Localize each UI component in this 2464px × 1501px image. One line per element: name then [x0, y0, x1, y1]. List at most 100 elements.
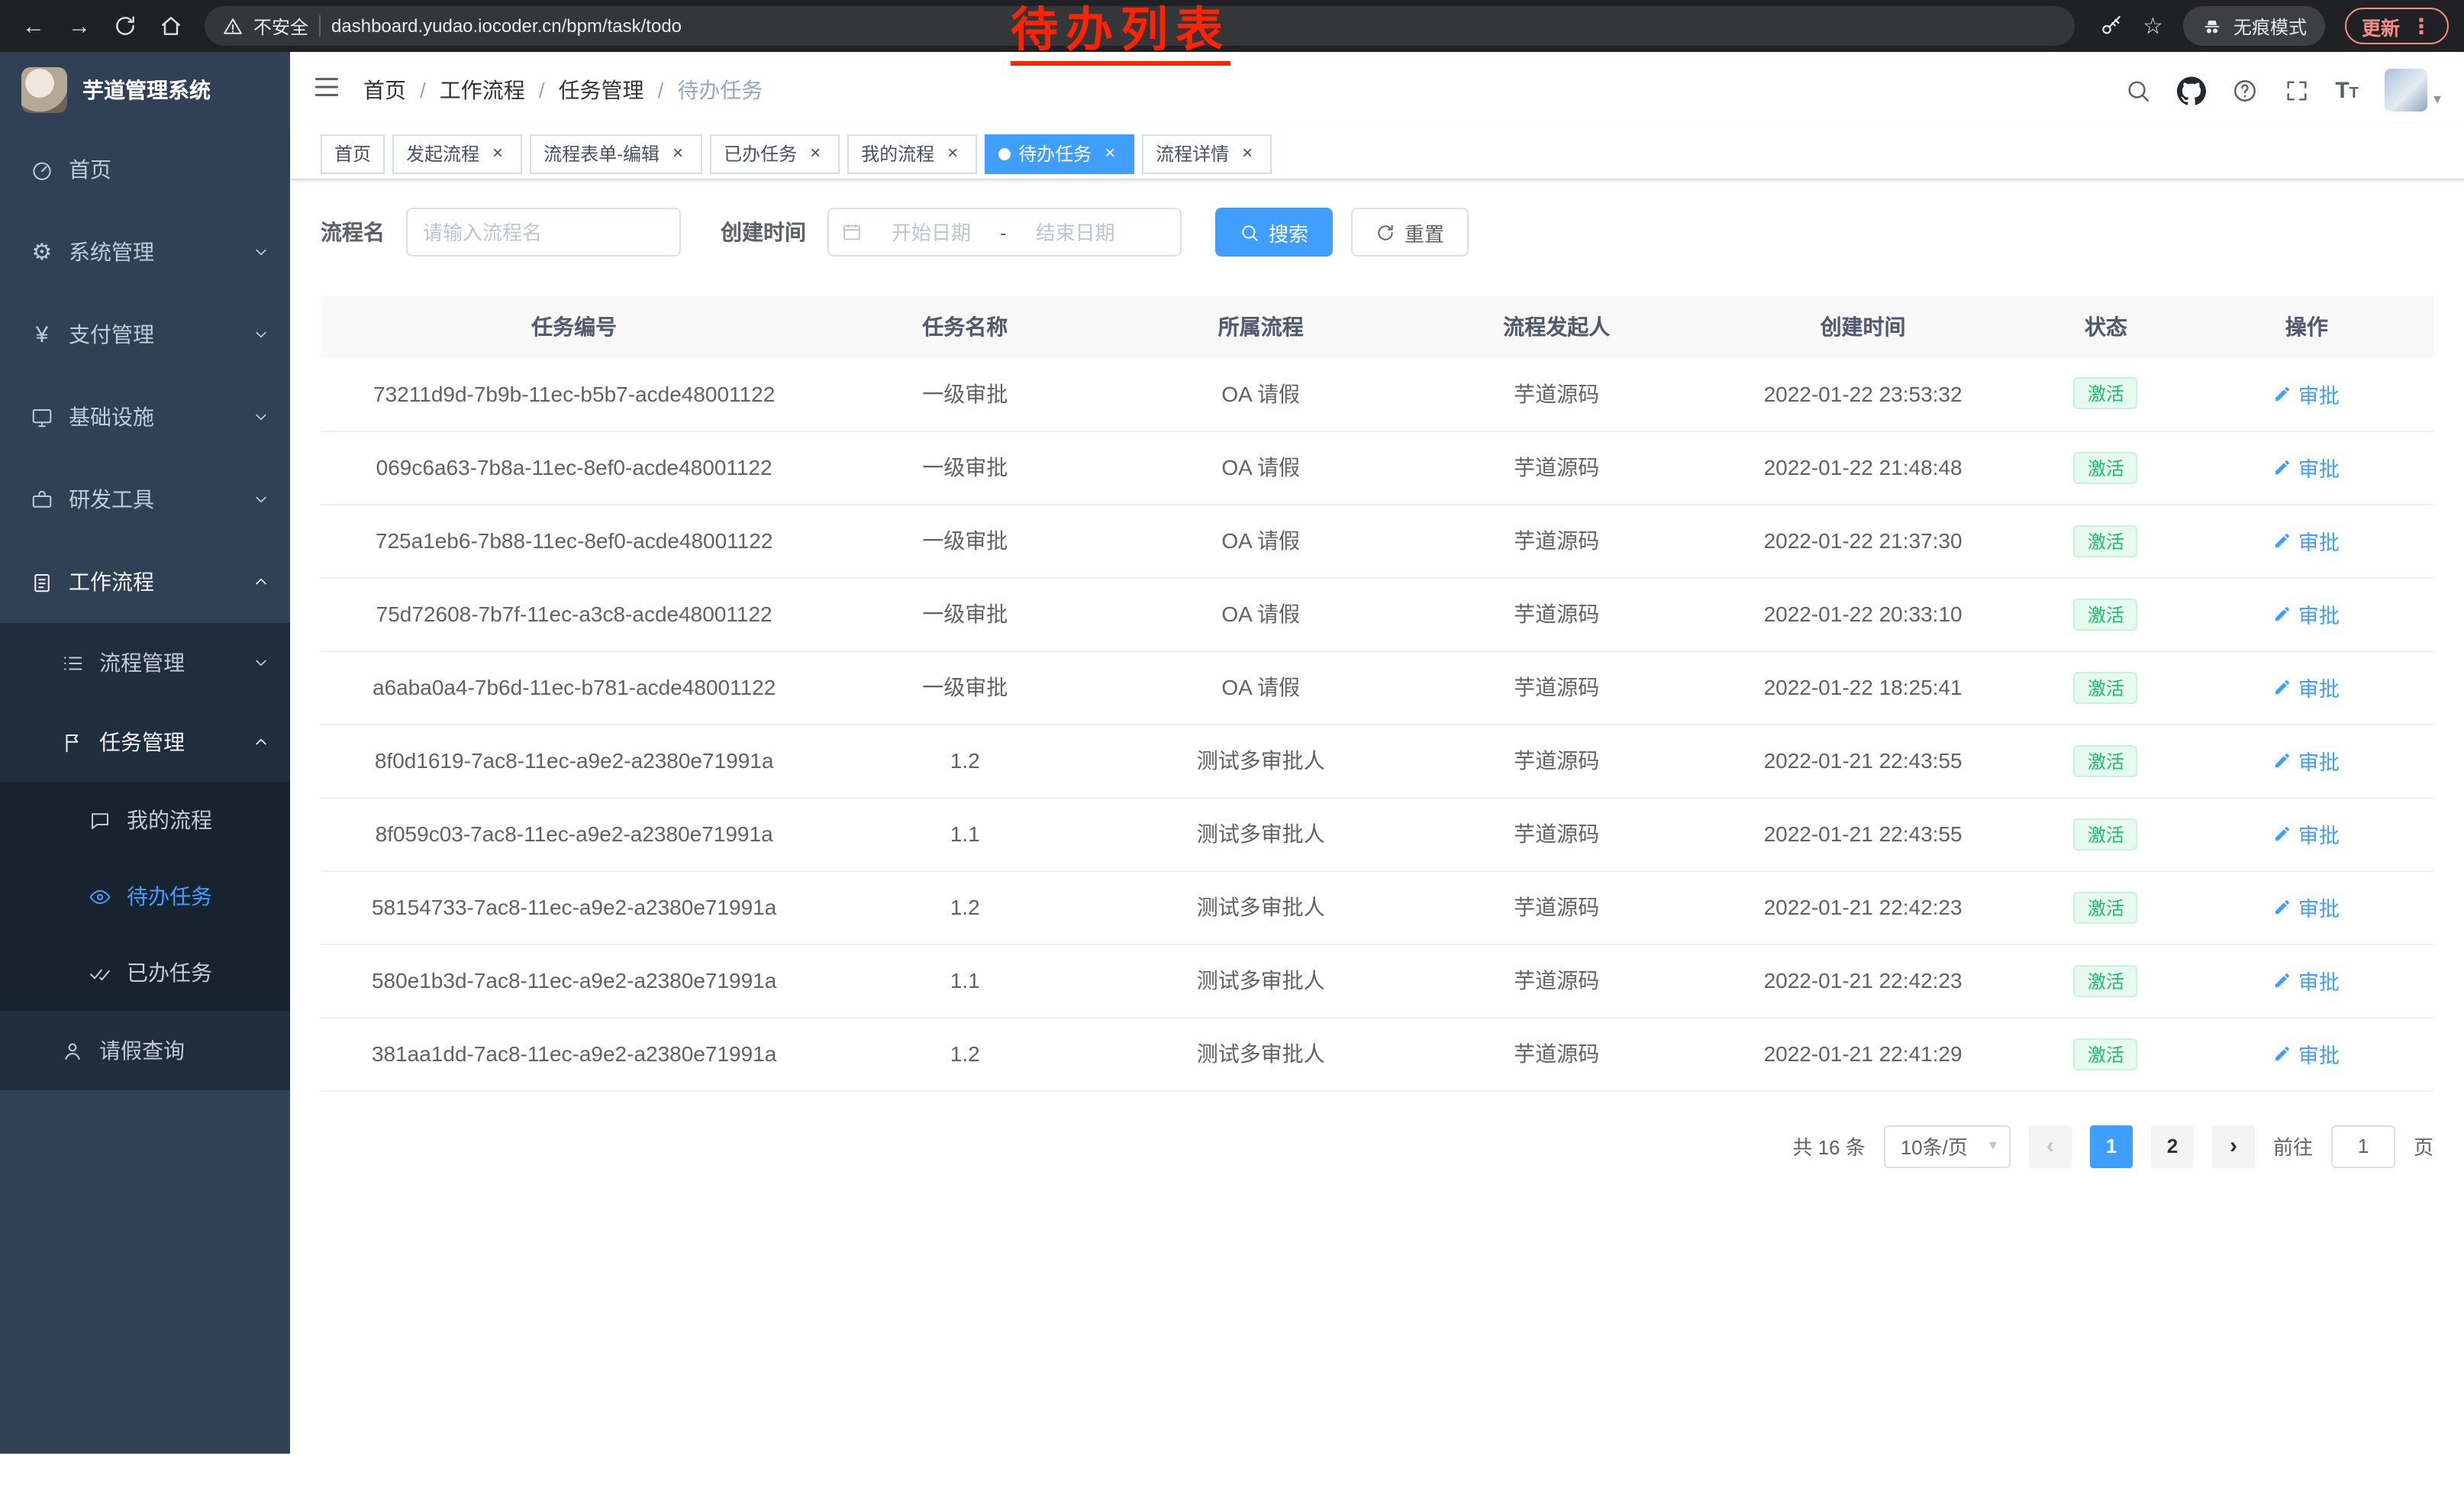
browser-update-button[interactable]: 更新 ⋮ [2345, 8, 2449, 44]
tab-close-icon[interactable]: × [805, 143, 826, 164]
tab-close-icon[interactable]: × [942, 143, 963, 164]
sidebar-item-devtools[interactable]: 研发工具 [0, 458, 290, 541]
sidebar-item-leave-query[interactable]: 请假查询 [0, 1011, 290, 1090]
page-button-2[interactable]: 2 [2151, 1125, 2194, 1167]
end-date-input[interactable] [1013, 221, 1138, 244]
task-id-cell: 381aa1dd-7ac8-11ec-a9e2-a2380e71991a [321, 1017, 827, 1090]
help-icon[interactable] [2231, 77, 2257, 103]
start-date-input[interactable] [869, 221, 994, 244]
sidebar-item-label: 系统管理 [69, 237, 154, 267]
process-cell: OA 请假 [1102, 431, 1419, 504]
edit-pencil-icon [2274, 531, 2292, 550]
github-icon[interactable] [2176, 76, 2205, 105]
tab-close-icon[interactable]: × [1099, 143, 1121, 164]
incognito-icon [2201, 15, 2223, 37]
approve-link[interactable]: 审批 [2274, 892, 2340, 922]
tab-3[interactable]: 已办任务× [710, 134, 840, 173]
font-size-icon[interactable]: TT [2335, 79, 2359, 102]
reset-button[interactable]: 重置 [1351, 208, 1469, 257]
sidebar-item-workflow[interactable]: 工作流程 [0, 541, 290, 623]
sidebar-item-payment[interactable]: ¥ 支付管理 [0, 293, 290, 376]
browser-refresh-button[interactable] [107, 8, 144, 44]
sidebar-item-done-task[interactable]: 已办任务 [0, 934, 290, 1011]
browser-back-button[interactable]: ← [15, 8, 52, 44]
process-cell: OA 请假 [1102, 650, 1419, 724]
tab-5[interactable]: 待办任务× [985, 134, 1134, 173]
initiator-cell: 芋道源码 [1419, 1017, 1694, 1090]
bookmark-star-icon[interactable]: ☆ [2143, 12, 2163, 40]
edit-pencil-icon [2274, 678, 2292, 696]
approve-link[interactable]: 审批 [2274, 1038, 2340, 1069]
avatar[interactable] [2385, 69, 2427, 111]
tab-2[interactable]: 流程表单-编辑× [530, 134, 702, 173]
actions-cell: 审批 [2180, 1017, 2433, 1090]
sidebar-item-infra[interactable]: 基础设施 [0, 376, 290, 458]
table-row: 8f059c03-7ac8-11ec-a9e2-a2380e71991a1.1测… [321, 797, 2433, 870]
app-logo[interactable]: 芋道管理系统 [0, 52, 290, 128]
sidebar-item-my-process[interactable]: 我的流程 [0, 782, 290, 858]
search-button[interactable]: 搜索 [1215, 208, 1333, 257]
sidebar-item-task-mgmt[interactable]: 任务管理 [0, 702, 290, 782]
approve-link[interactable]: 审批 [2274, 818, 2340, 849]
browser-menu-icon[interactable]: ⋮ [2411, 13, 2432, 39]
tab-1[interactable]: 发起流程× [392, 134, 522, 173]
goto-label: 前往 [2273, 1131, 2313, 1160]
approve-link[interactable]: 审批 [2274, 965, 2340, 996]
annotation-text: 待办列表 [1011, 0, 1230, 66]
approve-link[interactable]: 审批 [2274, 599, 2340, 629]
tab-close-icon[interactable]: × [667, 143, 689, 164]
browser-forward-button[interactable]: → [61, 8, 98, 44]
approve-link-label: 审批 [2298, 672, 2340, 702]
task-name-cell: 1.1 [827, 797, 1102, 870]
breadcrumb: 首页 / 工作流程 / 任务管理 / 待办任务 [363, 75, 763, 105]
user-menu[interactable]: ▾ [2385, 69, 2441, 111]
status-badge: 激活 [2074, 1038, 2138, 1070]
next-page-button[interactable]: › [2212, 1125, 2255, 1167]
table-row: 580e1b3d-7ac8-11ec-a9e2-a2380e71991a1.1测… [321, 944, 2433, 1017]
page-size-select[interactable]: 10条/页 ▾ [1884, 1125, 2011, 1167]
goto-page-input[interactable] [2331, 1125, 2395, 1167]
sidebar-item-home[interactable]: 首页 [0, 128, 290, 211]
incognito-label: 无痕模式 [2233, 13, 2307, 39]
approve-link[interactable]: 审批 [2274, 745, 2340, 776]
status-badge: 激活 [2074, 451, 2138, 483]
sidebar-item-system[interactable]: ⚙ 系统管理 [0, 211, 290, 293]
sidebar-collapse-button[interactable] [313, 73, 340, 108]
actions-cell: 审批 [2180, 797, 2433, 870]
sidebar-item-label: 待办任务 [127, 881, 212, 912]
monitor-icon [31, 405, 53, 428]
approve-link[interactable]: 审批 [2274, 452, 2340, 483]
edit-pencil-icon [2274, 1044, 2292, 1063]
created-time-cell: 2022-01-21 22:42:23 [1694, 944, 2032, 1017]
breadcrumb-item-task-mgmt[interactable]: 任务管理 [559, 75, 644, 105]
page-button-1[interactable]: 1 [2090, 1125, 2133, 1167]
tab-4[interactable]: 我的流程× [847, 134, 977, 173]
status-badge: 激活 [2074, 964, 2138, 996]
date-range-picker[interactable]: - [827, 208, 1182, 257]
pagination: 共 16 条 10条/页 ▾ ‹ 1 2 › 前往 页 [321, 1125, 2433, 1167]
tab-6[interactable]: 流程详情× [1142, 134, 1272, 173]
sidebar-item-process-mgmt[interactable]: 流程管理 [0, 623, 290, 702]
initiator-cell: 芋道源码 [1419, 357, 1694, 431]
approve-link[interactable]: 审批 [2274, 525, 2340, 556]
tab-close-icon[interactable]: × [1237, 143, 1258, 164]
browser-home-button[interactable] [153, 8, 189, 44]
process-name-input[interactable] [406, 208, 681, 257]
incognito-badge: 无痕模式 [2183, 6, 2325, 46]
fullscreen-icon[interactable] [2283, 77, 2309, 103]
password-key-icon[interactable] [2098, 14, 2123, 38]
approve-link[interactable]: 审批 [2274, 379, 2340, 409]
prev-page-button[interactable]: ‹ [2029, 1125, 2072, 1167]
approve-link[interactable]: 审批 [2274, 672, 2340, 702]
breadcrumb-item-home[interactable]: 首页 [363, 75, 406, 105]
tab-0[interactable]: 首页 [321, 134, 385, 173]
sidebar-item-todo-task[interactable]: 待办任务 [0, 858, 290, 934]
search-icon[interactable] [2124, 77, 2150, 103]
tab-close-icon[interactable]: × [487, 143, 508, 164]
approve-link-label: 审批 [2298, 379, 2340, 409]
dashboard-icon [31, 158, 53, 181]
edit-pencil-icon [2274, 385, 2292, 403]
sidebar: 芋道管理系统 首页 ⚙ 系统管理 ¥ 支付管理 [0, 52, 290, 1454]
initiator-cell: 芋道源码 [1419, 577, 1694, 650]
breadcrumb-item-workflow[interactable]: 工作流程 [440, 75, 525, 105]
